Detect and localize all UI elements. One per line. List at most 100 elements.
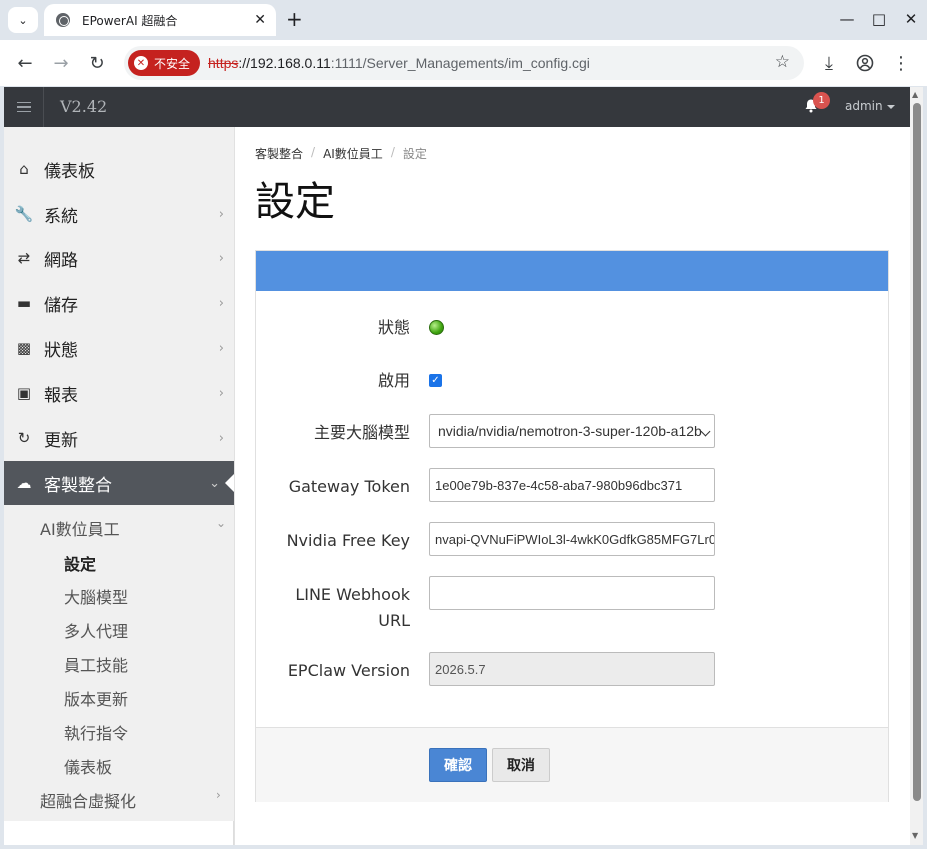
hamburger-menu-icon[interactable]	[4, 87, 44, 127]
nvidia-key-label: Nvidia Free Key	[286, 531, 410, 550]
download-icon[interactable]: ⤓	[818, 52, 840, 74]
reload-icon[interactable]: ↻	[86, 52, 108, 74]
back-arrow-icon[interactable]: ←	[14, 52, 36, 74]
minimize-button[interactable]: —	[839, 8, 855, 30]
sidebar-subgroup-label: 超融合虛擬化	[40, 792, 137, 811]
scrollbar-thumb[interactable]	[913, 103, 921, 801]
kebab-menu-icon[interactable]: ⋮	[890, 52, 912, 74]
url-host: ://192.168.0.11	[238, 55, 331, 71]
forward-arrow-icon[interactable]: →	[50, 52, 72, 74]
browser-tab[interactable]: EPowerAI 超融合 ✕	[44, 4, 276, 36]
cancel-button[interactable]: 取消	[492, 748, 550, 782]
sidebar-item-custom-integration[interactable]: ☁ 客製整合 ⌄	[4, 461, 234, 505]
sidebar-item-dashboard[interactable]: ⌂ 儀表板	[4, 147, 234, 191]
scroll-up-icon[interactable]: ▲	[912, 90, 918, 99]
user-menu[interactable]: admin	[845, 99, 895, 113]
bar-chart-icon: ▩	[16, 339, 32, 357]
panel-header	[256, 251, 888, 291]
breadcrumb: 客製整合 / AI數位員工 / 設定	[255, 145, 427, 162]
sidebar-subgroup-label: AI數位員工	[40, 520, 120, 539]
gateway-label: Gateway Token	[288, 477, 410, 496]
settings-panel: 狀態 啟用 ✓ 主要大腦模型 nvidia/nvidia/nemotron-3-…	[255, 250, 889, 802]
breadcrumb-separator: /	[311, 145, 316, 159]
sidebar-subitem-version-update[interactable]: 版本更新	[64, 686, 128, 710]
sidebar-item-network[interactable]: ⇄ 網路 ›	[4, 236, 234, 280]
status-label: 狀態	[377, 318, 410, 337]
main-content: 客製整合 / AI數位員工 / 設定 設定 狀態 啟用 ✓ 主要大腦模型 nvi…	[234, 127, 910, 845]
sidebar-item-label: 報表	[44, 385, 78, 406]
page-scrollbar[interactable]: ▲ ▼	[910, 87, 923, 845]
sidebar-subitem-settings[interactable]: 設定	[64, 551, 96, 575]
sidebar-subitem-dashboard[interactable]: 儀表板	[64, 754, 112, 778]
sidebar-subitem-multi-agent[interactable]: 多人代理	[64, 618, 128, 642]
sidebar-item-label: 系統	[44, 206, 78, 227]
window-controls: — □ ✕	[839, 8, 919, 30]
breadcrumb-item[interactable]: AI數位員工	[323, 145, 383, 162]
home-icon: ⌂	[19, 160, 29, 178]
security-label: 不安全	[154, 56, 191, 71]
status-indicator-icon	[429, 320, 444, 335]
address-bar[interactable]: ✕ 不安全 https://192.168.0.11:1111/Server_M…	[124, 46, 804, 80]
sidebar-subgroup-ai-employee[interactable]: AI數位員工 ⌄	[40, 516, 226, 540]
sidebar-subitem-exec-command[interactable]: 執行指令	[64, 720, 128, 744]
sidebar-subitem-skills[interactable]: 員工技能	[64, 652, 128, 676]
nvidia-key-input[interactable]: nvapi-QVNuFiPWIoL3l-4wkK0GdfkG85MFG7Lr0	[429, 522, 715, 556]
chevron-right-icon: ›	[218, 295, 224, 311]
url-scheme: https	[208, 55, 239, 71]
profile-icon[interactable]	[854, 52, 876, 74]
tab-search-button[interactable]: ⌄	[8, 7, 38, 33]
sidebar-item-label: 儀表板	[44, 161, 95, 182]
breadcrumb-item[interactable]: 客製整合	[255, 145, 303, 162]
url-path: :1111/Server_Managements/im_config.cgi	[330, 55, 590, 71]
line-webhook-input[interactable]	[429, 576, 715, 610]
sidebar-subgroup-virtualization[interactable]: 超融合虛擬化 ›	[40, 788, 221, 812]
sidebar-item-system[interactable]: 🔧 系統 ›	[4, 192, 234, 236]
app-version: V2.42	[60, 97, 108, 116]
sidebar-item-label: 更新	[44, 430, 78, 451]
chevron-down-icon: ⌄	[209, 475, 220, 491]
warning-icon: ✕	[134, 56, 148, 70]
gateway-token-input[interactable]: 1e00e79b-837e-4c58-aba7-980b96dbc371	[429, 468, 715, 502]
maximize-button[interactable]: □	[871, 8, 887, 30]
close-window-button[interactable]: ✕	[903, 8, 919, 30]
sidebar-item-update[interactable]: ↻ 更新 ›	[4, 416, 234, 460]
sidebar-item-label: 狀態	[44, 340, 78, 361]
sidebar-item-storage[interactable]: ▬ 儲存 ›	[4, 281, 234, 325]
chevron-right-icon: ›	[218, 340, 224, 356]
sidebar-subitem-brain-model[interactable]: 大腦模型	[64, 584, 128, 608]
tab-title: EPowerAI 超融合	[82, 13, 178, 28]
wrench-icon: 🔧	[14, 205, 34, 223]
model-select[interactable]: nvidia/nvidia/nemotron-3-super-120b-a12b	[429, 414, 715, 448]
line-webhook-label: LINE Webhook URL	[250, 584, 410, 632]
sidebar-item-label: 儲存	[44, 295, 78, 316]
chevron-right-icon: ›	[216, 788, 221, 802]
enable-label: 啟用	[377, 371, 410, 390]
bookmark-star-icon[interactable]: ☆	[775, 52, 790, 72]
model-label: 主要大腦模型	[313, 423, 410, 442]
line-webhook-label-line1: LINE Webhook	[295, 585, 410, 604]
scroll-down-icon[interactable]: ▼	[912, 831, 918, 840]
panel-footer: 確認 取消	[256, 727, 888, 802]
sidebar-item-label: 客製整合	[44, 475, 112, 496]
app-header: V2.42 1 admin	[4, 87, 910, 127]
chevron-right-icon: ›	[218, 206, 224, 222]
refresh-icon: ↻	[17, 429, 31, 447]
cloud-icon: ☁	[16, 474, 32, 492]
confirm-button[interactable]: 確認	[429, 748, 487, 782]
chevron-right-icon: ›	[218, 250, 224, 266]
browser-toolbar: ← → ↻ ✕ 不安全 https://192.168.0.11:1111/Se…	[0, 40, 927, 86]
sidebar-item-status[interactable]: ▩ 狀態 ›	[4, 326, 234, 370]
sidebar-footer	[4, 821, 234, 845]
page-viewport: V2.42 1 admin ⌂ 儀表板 🔧 系統 › ⇄ 網路 › ▬ 儲存 ›…	[4, 87, 910, 845]
new-tab-button[interactable]: +	[286, 8, 303, 30]
image-icon: ▣	[16, 384, 32, 402]
shuffle-icon: ⇄	[17, 249, 31, 267]
security-chip[interactable]: ✕ 不安全	[128, 50, 201, 76]
enable-checkbox[interactable]: ✓	[429, 374, 442, 387]
breadcrumb-current: 設定	[402, 147, 427, 161]
chevron-right-icon: ›	[218, 385, 224, 401]
notification-badge: 1	[813, 92, 830, 109]
sidebar-item-reports[interactable]: ▣ 報表 ›	[4, 371, 234, 415]
close-tab-icon[interactable]: ✕	[254, 12, 266, 28]
globe-icon	[56, 13, 70, 27]
